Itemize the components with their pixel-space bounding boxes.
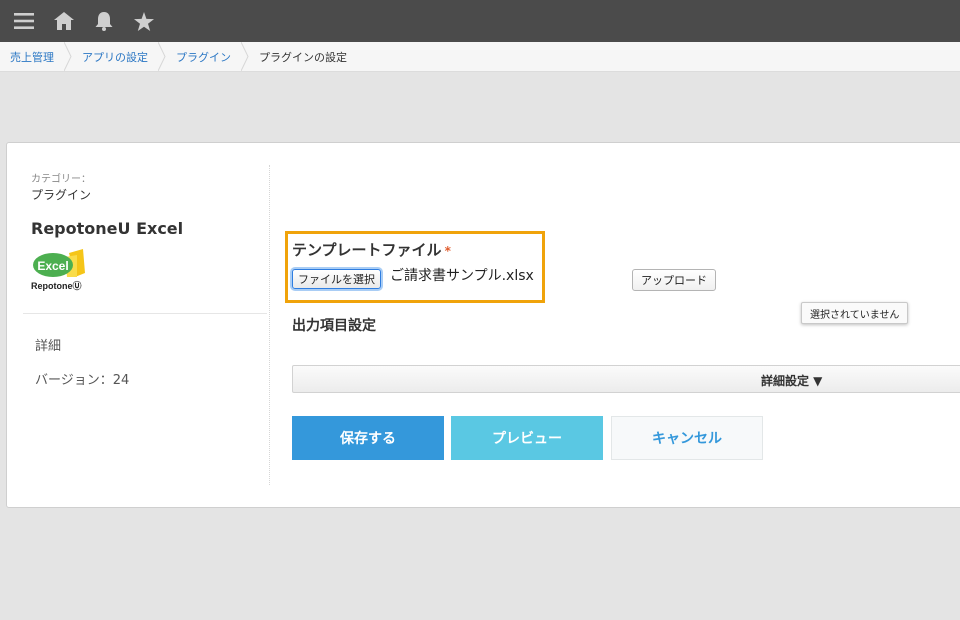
menu-icon[interactable] <box>14 0 34 42</box>
plugin-logo: Excel RepotoneⓊ <box>31 247 91 293</box>
output-settings-heading: 出力項目設定 <box>292 318 376 334</box>
bell-icon[interactable] <box>94 0 114 42</box>
home-icon[interactable] <box>54 0 74 42</box>
template-file-heading: テンプレートファイル * <box>292 239 451 260</box>
selected-file-name: ご請求書サンプル.xlsx <box>390 268 534 284</box>
breadcrumb-link[interactable]: プラグイン <box>176 49 231 65</box>
sidebar-divider <box>23 313 267 314</box>
breadcrumb-current-label: プラグインの設定 <box>259 50 347 64</box>
breadcrumb-item-plugins[interactable]: プラグイン <box>166 42 249 71</box>
cancel-button[interactable]: キャンセル <box>611 416 763 460</box>
category-label: カテゴリー： <box>31 174 91 185</box>
upload-button[interactable]: アップロード <box>632 269 716 291</box>
version-text: バージョン：24 <box>35 373 130 388</box>
preview-button[interactable]: プレビュー <box>451 416 603 460</box>
svg-text:RepotoneⓊ: RepotoneⓊ <box>31 280 82 291</box>
column-divider <box>269 165 270 485</box>
chevron-right-icon <box>241 42 249 71</box>
breadcrumb-link[interactable]: アプリの設定 <box>82 49 148 65</box>
global-header <box>0 0 960 42</box>
category-value: プラグイン <box>31 188 92 202</box>
breadcrumb-item-app-settings[interactable]: アプリの設定 <box>72 42 166 71</box>
chevron-right-icon <box>64 42 72 71</box>
detail-link[interactable]: 詳細 <box>35 335 61 354</box>
template-file-label: テンプレートファイル <box>292 241 442 259</box>
plugin-settings-panel: カテゴリー： プラグイン RepotoneU Excel Excel Repot… <box>6 142 960 508</box>
required-mark: * <box>444 244 451 258</box>
choose-file-button[interactable]: ファイルを選択 <box>292 269 381 289</box>
plugin-name: RepotoneU Excel <box>31 219 184 238</box>
save-button[interactable]: 保存する <box>292 416 444 460</box>
breadcrumb: 売上管理 アプリの設定 プラグイン プラグインの設定 <box>0 42 960 72</box>
chevron-right-icon <box>158 42 166 71</box>
breadcrumb-item-current: プラグインの設定 <box>249 42 347 71</box>
breadcrumb-link[interactable]: 売上管理 <box>10 49 54 65</box>
detail-settings-label: 詳細設定 ▼ <box>761 374 823 388</box>
plugin-info-sidebar: カテゴリー： プラグイン RepotoneU Excel Excel Repot… <box>7 143 269 507</box>
breadcrumb-item-sales[interactable]: 売上管理 <box>0 42 72 71</box>
star-icon[interactable] <box>134 0 154 42</box>
file-tooltip: 選択されていません <box>801 302 909 324</box>
svg-text:Excel: Excel <box>37 259 68 273</box>
detail-settings-toggle[interactable]: 詳細設定 ▼ <box>292 365 960 393</box>
